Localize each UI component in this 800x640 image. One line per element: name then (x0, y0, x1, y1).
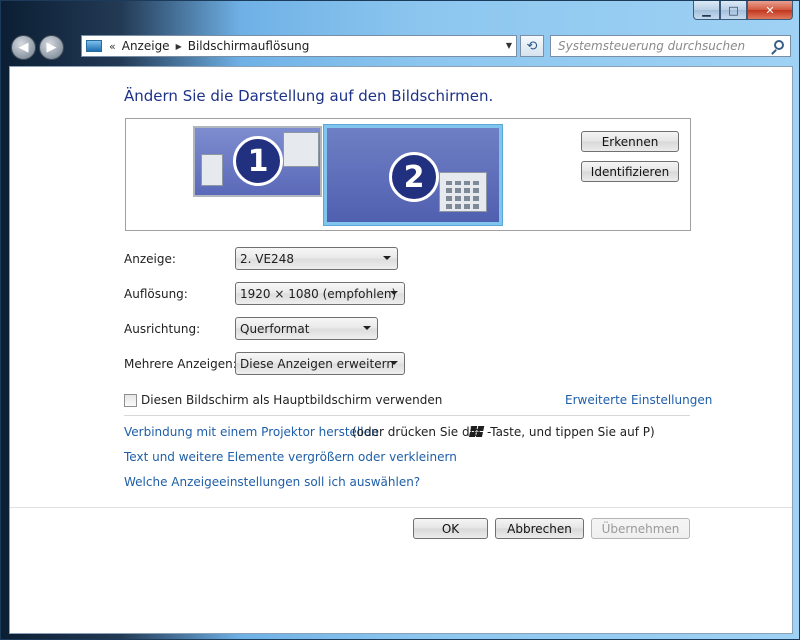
page-title: Ändern Sie die Darstellung auf den Bilds… (124, 87, 494, 105)
maximize-icon: □ (728, 3, 739, 17)
caption-buttons: ▁ □ ✕ (693, 1, 793, 20)
forward-button[interactable]: ▶ (39, 35, 64, 60)
monitor-1[interactable]: 1 (193, 126, 322, 197)
breadcrumb-overflow-icon[interactable]: « (109, 40, 116, 53)
identify-button[interactable]: Identifizieren (581, 161, 679, 182)
resolution-select[interactable]: 1920 × 1080 (empfohlen) (235, 282, 405, 305)
search-icon[interactable] (774, 40, 784, 50)
search-placeholder: Systemsteuerung durchsuchen (558, 39, 746, 53)
display-select[interactable]: 2. VE248 (235, 247, 398, 270)
refresh-icon: ⟲ (526, 38, 538, 54)
projector-hint-start: (oder drücken Sie die (352, 425, 481, 439)
close-icon: ✕ (765, 3, 775, 17)
control-panel-window: ▁ □ ✕ ◀ ▶ ▼ « Anzeige ▶ Bildschirmauflös… (0, 0, 800, 640)
advanced-settings-link[interactable]: Erweiterte Einstellungen (565, 393, 712, 407)
content-area: Ändern Sie die Darstellung auf den Bilds… (9, 66, 793, 634)
chevron-down-icon (390, 361, 398, 365)
maximize-button[interactable]: □ (720, 1, 747, 20)
resolution-value: 1920 × 1080 (empfohlen) (240, 286, 397, 301)
footer-divider (10, 507, 792, 508)
search-input[interactable]: Systemsteuerung durchsuchen (550, 35, 791, 57)
address-bar[interactable]: « Anzeige ▶ Bildschirmauflösung ▼ (81, 35, 517, 57)
windows-logo-icon (468, 426, 485, 438)
monitor-arrangement-panel: 1 2 Erkennen Identifizieren (125, 118, 691, 231)
divider (124, 415, 690, 416)
grid-icon (446, 181, 482, 209)
chevron-down-icon (383, 256, 391, 260)
monitor-number-badge: 2 (389, 152, 439, 202)
projector-link[interactable]: Verbindung mit einem Projektor herstelle… (124, 425, 379, 439)
monitor-number-badge: 1 (233, 136, 283, 186)
projector-hint-end: -Taste, und tippen Sie auf P) (487, 425, 655, 439)
primary-display-option[interactable]: Diesen Bildschirm als Hauptbildschirm ve… (124, 393, 442, 407)
chevron-down-icon (363, 326, 371, 330)
chevron-down-icon: ▼ (67, 41, 73, 49)
monitor-2[interactable]: 2 (324, 125, 502, 225)
text-size-link[interactable]: Text und weitere Elemente vergrößern ode… (124, 450, 457, 464)
back-button[interactable]: ◀ (11, 35, 36, 60)
display-label: Anzeige: (124, 252, 176, 266)
apply-button[interactable]: Übernehmen (591, 518, 690, 539)
back-arrow-icon: ◀ (18, 40, 29, 55)
resolution-label: Auflösung: (124, 287, 188, 301)
display-value: 2. VE248 (240, 251, 294, 266)
refresh-button[interactable]: ⟲ (520, 35, 544, 57)
breadcrumb-separator-icon[interactable]: ▶ (176, 42, 182, 51)
orientation-value: Querformat (240, 321, 310, 336)
close-button[interactable]: ✕ (747, 1, 793, 20)
orientation-select[interactable]: Querformat (235, 317, 378, 340)
primary-display-label[interactable]: Diesen Bildschirm als Hauptbildschirm ve… (141, 393, 442, 407)
mini-window-icon (283, 132, 319, 167)
display-settings-help-link[interactable]: Welche Anzeigeeinstellungen soll ich aus… (124, 475, 420, 489)
ok-button[interactable]: OK (413, 518, 488, 539)
minimize-button[interactable]: ▁ (693, 1, 720, 20)
breadcrumb-resolution[interactable]: Bildschirmauflösung (188, 39, 310, 53)
multiple-displays-label: Mehrere Anzeigen: (124, 357, 237, 371)
orientation-label: Ausrichtung: (124, 322, 201, 336)
mini-window-icon (439, 172, 487, 212)
detect-button[interactable]: Erkennen (581, 131, 679, 152)
forward-arrow-icon: ▶ (46, 40, 57, 55)
minimize-icon: ▁ (702, 3, 711, 17)
address-dropdown-icon[interactable]: ▼ (506, 36, 512, 56)
multiple-displays-select[interactable]: Diese Anzeigen erweitern (235, 352, 405, 375)
recent-pages-dropdown[interactable]: ▼ (67, 41, 72, 49)
cancel-button[interactable]: Abbrechen (495, 518, 584, 539)
chevron-down-icon (390, 291, 398, 295)
control-panel-icon (86, 40, 102, 52)
primary-display-checkbox[interactable] (124, 393, 137, 407)
breadcrumb-anzeige[interactable]: Anzeige (122, 39, 170, 53)
mini-window-icon (201, 154, 223, 186)
multiple-displays-value: Diese Anzeigen erweitern (240, 356, 394, 371)
